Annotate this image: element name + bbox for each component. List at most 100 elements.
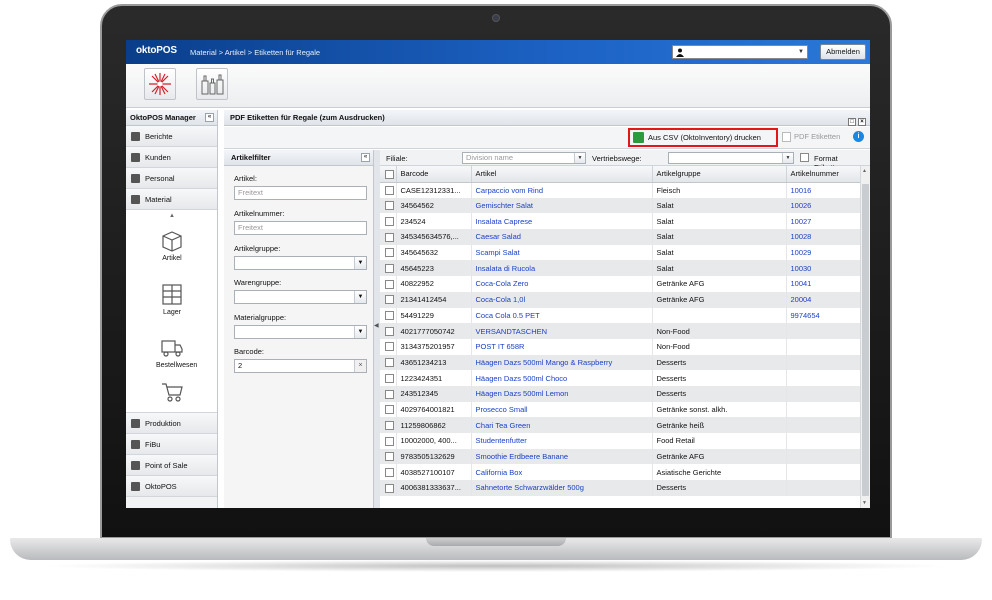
row-checkbox[interactable] [385,232,394,242]
row-checkbox[interactable] [385,264,394,274]
artikelnummer-cell[interactable] [786,385,861,402]
artikelnummer-cell[interactable] [786,370,861,386]
artikelnummer-cell[interactable] [786,464,861,481]
artikelnummer-cell[interactable] [786,338,861,355]
artikelnummer-cell[interactable] [786,323,861,339]
row-checkbox[interactable] [385,436,394,446]
row-checkbox[interactable] [385,295,394,305]
row-checkbox[interactable] [385,420,394,430]
row-select-cell[interactable] [380,197,397,214]
artikelnummer-cell[interactable]: 10030 [786,260,861,277]
table-row[interactable]: 43651234213 Häagen Dazs 500ml Mango & Ras… [380,354,861,371]
artikel-cell[interactable]: Coca-Cola 1,0l [471,291,653,308]
sidebar-item-kunden[interactable]: Kunden [126,147,217,168]
artikel-cell[interactable]: Insalata di Rucola [471,260,653,277]
row-checkbox[interactable] [385,216,394,226]
row-select-cell[interactable] [380,464,397,481]
artikel-cell[interactable]: Häagen Dazs 500ml Choco [471,370,653,386]
row-select-cell[interactable] [380,401,397,418]
row-select-cell[interactable] [380,260,397,277]
toolbar-button-products[interactable] [196,68,228,100]
chevron-left-icon[interactable]: ◀ [374,322,379,329]
table-row[interactable]: 9783505132629 Smoothie Erdbeere Banane Get… [380,448,861,465]
artikelnummer-cell[interactable] [786,480,861,496]
artikel-cell[interactable]: Caesar Salad [471,229,653,245]
row-select-cell[interactable] [380,417,397,433]
row-select-cell[interactable] [380,323,397,339]
csv-print-button[interactable]: Aus CSV (OktoInventory) drucken [628,128,778,147]
row-checkbox[interactable] [385,405,394,415]
table-row[interactable]: 345645632 Scampi Salat Salat 10029 [380,244,861,261]
row-checkbox[interactable] [385,358,394,368]
artikel-cell[interactable]: Prosecco Small [471,401,653,418]
select-all-checkbox[interactable] [385,169,394,179]
artikelnummer-cell[interactable]: 10016 [786,182,861,198]
maximize-icon[interactable]: □ [848,118,856,126]
row-select-cell[interactable] [380,229,397,245]
table-row[interactable]: CASE12312331... Carpaccio vom Rind Fleisch… [380,182,861,198]
row-checkbox[interactable] [385,326,394,336]
row-select-cell[interactable] [380,354,397,371]
artikelnummer-cell[interactable]: 10041 [786,276,861,292]
row-select-cell[interactable] [380,182,397,198]
artikel-cell[interactable]: California Box [471,464,653,481]
row-select-cell[interactable] [380,276,397,292]
row-checkbox[interactable] [385,483,394,493]
artikelnummer-cell[interactable] [786,354,861,371]
scroll-up-icon[interactable]: ▲ [862,168,867,174]
sidebar-item-fibu[interactable]: FiBu [126,434,217,455]
table-row[interactable]: 234524 Insalata Caprese Salat 10027 [380,213,861,230]
row-select-cell[interactable] [380,244,397,261]
sidebar-item-berichte[interactable]: Berichte [126,126,217,147]
artikel-cell[interactable]: Chari Tea Green [471,417,653,433]
row-checkbox[interactable] [385,311,394,321]
artikelnummer-cell[interactable]: 9974654 [786,307,861,324]
artikel-cell[interactable]: Gemischter Salat [471,197,653,214]
row-select-cell[interactable] [380,433,397,449]
table-row[interactable]: 40822952 Coca-Cola Zero Getränke AFG 10041 [380,276,861,292]
row-select-cell[interactable] [380,213,397,230]
row-select-cell[interactable] [380,291,397,308]
row-checkbox[interactable] [385,201,394,211]
artikelnummer-cell[interactable] [786,448,861,465]
artikelnummer-cell[interactable] [786,417,861,433]
table-row[interactable]: 45645223 Insalata di Rucola Salat 10030 [380,260,861,277]
info-icon[interactable]: i [853,131,864,142]
barcode-input[interactable]: 2 × [234,359,367,373]
row-select-cell[interactable] [380,480,397,496]
clear-icon[interactable]: × [354,360,366,372]
artikelnummer-cell[interactable]: 10026 [786,197,861,214]
subnav-item-artikel[interactable]: Artikel [156,228,188,278]
table-row[interactable]: 34564562 Gemischter Salat Salat 10026 [380,197,861,214]
warengruppe-select[interactable]: ▼ [234,290,367,304]
pdf-labels-button[interactable]: PDF Etiketten [782,132,840,142]
subnav-item-lager[interactable]: Lager [156,282,188,332]
user-select[interactable]: ▼ [672,45,808,59]
column-header-artikel[interactable]: Artikel [471,166,653,183]
row-select-cell[interactable] [380,307,397,324]
toolbar-button-logo[interactable] [144,68,176,100]
row-select-cell[interactable] [380,448,397,465]
artikel-cell[interactable]: VERSANDTASCHEN [471,323,653,339]
table-row[interactable]: 21341412454 Coca-Cola 1,0l Getränke AFG 200… [380,291,861,308]
sidebar-item-pos[interactable]: Point of Sale [126,455,217,476]
artikel-cell[interactable]: Smoothie Erdbeere Banane [471,448,653,465]
row-checkbox[interactable] [385,389,394,399]
column-header-artikelgruppe[interactable]: Artikelgruppe [652,166,787,183]
table-row[interactable]: 4029764001821 Prosecco Small Getränke sons… [380,401,861,418]
format-checkbox[interactable] [800,153,809,162]
artikelgruppe-select[interactable]: ▼ [234,256,367,270]
collapse-sidebar-button[interactable]: « [205,113,214,122]
scroll-down-icon[interactable]: ▼ [862,500,867,506]
table-row[interactable]: 4021777050742 VERSANDTASCHEN Non-Food [380,323,861,339]
row-checkbox[interactable] [385,452,394,462]
table-row[interactable]: 10002000, 400... Studentenfutter Food Reta… [380,433,861,449]
logout-button[interactable]: Abmelden [820,44,866,60]
sidebar-item-oktopos[interactable]: OktoPOS [126,476,217,497]
artikelnummer-cell[interactable]: 20004 [786,291,861,308]
column-header-artikelnummer[interactable]: Artikelnummer [786,166,861,183]
row-select-cell[interactable] [380,385,397,402]
row-checkbox[interactable] [385,248,394,258]
sidebar-item-produktion[interactable]: Produktion [126,413,217,434]
collapse-filter-button[interactable]: « [361,153,370,162]
